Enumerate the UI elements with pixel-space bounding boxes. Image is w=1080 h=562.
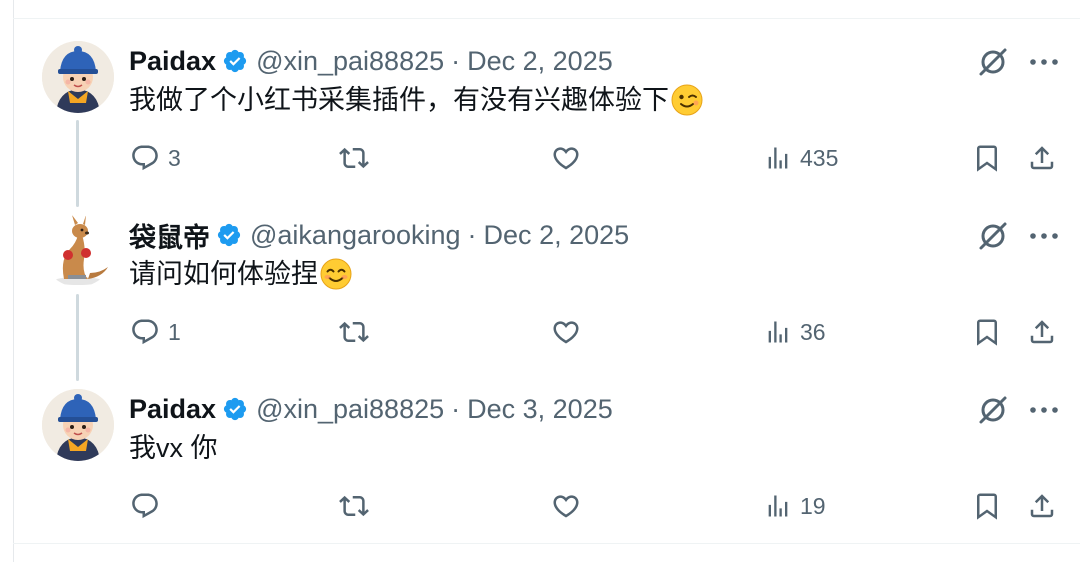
timeline-bottom-divider xyxy=(13,543,1080,544)
bookmark-button[interactable] xyxy=(972,141,1002,175)
tweet-date[interactable]: Dec 2, 2025 xyxy=(484,220,630,251)
reply-count: 1 xyxy=(168,318,181,345)
like-button[interactable] xyxy=(550,489,590,523)
more-icon[interactable] xyxy=(1028,395,1060,425)
share-button[interactable] xyxy=(1027,141,1057,175)
grok-icon[interactable] xyxy=(976,45,1010,79)
views-count: 19 xyxy=(800,492,826,519)
verified-badge-icon xyxy=(216,222,242,248)
separator-dot: · xyxy=(451,45,461,76)
views-button[interactable]: 435 xyxy=(764,141,838,175)
share-icon xyxy=(1030,320,1054,344)
repost-button[interactable] xyxy=(338,315,378,349)
tweet[interactable]: Paidax @xin_pai88825 · Dec 3, 2025 我vx 你… xyxy=(0,367,1080,541)
author-handle[interactable]: @aikangarooking xyxy=(250,220,461,251)
share-button[interactable] xyxy=(1027,315,1057,349)
share-icon xyxy=(1030,146,1054,170)
views-count: 36 xyxy=(800,318,826,345)
grok-icon[interactable] xyxy=(976,393,1010,427)
like-icon xyxy=(553,147,579,170)
reply-icon xyxy=(132,145,158,171)
verified-badge-icon xyxy=(222,48,248,74)
reply-icon xyxy=(132,319,158,345)
separator-dot: · xyxy=(451,393,461,424)
tweet-text: 请问如何体验捏 xyxy=(129,255,353,293)
tweet-text: 我做了个小红书采集插件，有没有兴趣体验下 xyxy=(129,81,704,119)
tweet-text: 我vx 你 xyxy=(129,429,218,467)
avatar[interactable] xyxy=(42,215,114,287)
reply-icon xyxy=(132,493,158,519)
tweet-header: Paidax @xin_pai88825 · Dec 2, 2025 xyxy=(129,44,613,78)
avatar[interactable] xyxy=(42,389,114,461)
reply-button[interactable]: 1 xyxy=(130,315,181,349)
more-icon[interactable] xyxy=(1028,221,1060,251)
like-icon xyxy=(553,495,579,518)
tweet[interactable]: 袋鼠帝 @aikangarooking · Dec 2, 2025 请问如何体验… xyxy=(0,193,1080,367)
repost-icon xyxy=(339,495,369,517)
repost-icon xyxy=(339,147,369,169)
author-name[interactable]: 袋鼠帝 xyxy=(129,216,210,255)
views-icon xyxy=(768,495,788,517)
tweet[interactable]: Paidax @xin_pai88825 · Dec 2, 2025 我做了个小… xyxy=(0,19,1080,193)
like-button[interactable] xyxy=(550,141,590,175)
grok-icon[interactable] xyxy=(976,219,1010,253)
author-name[interactable]: Paidax xyxy=(129,394,216,425)
views-button[interactable]: 19 xyxy=(764,489,826,523)
author-name[interactable]: Paidax xyxy=(129,46,216,77)
winking-face-emoji-icon xyxy=(670,83,704,117)
views-count: 435 xyxy=(800,144,839,171)
like-button[interactable] xyxy=(550,315,590,349)
bookmark-button[interactable] xyxy=(972,489,1002,523)
share-icon xyxy=(1030,494,1054,518)
share-button[interactable] xyxy=(1027,489,1057,523)
avatar[interactable] xyxy=(42,41,114,113)
verified-badge-icon xyxy=(222,396,248,422)
bookmark-icon xyxy=(977,493,997,520)
reply-button[interactable]: 3 xyxy=(130,141,181,175)
repost-button[interactable] xyxy=(338,141,378,175)
repost-button[interactable] xyxy=(338,489,378,523)
tweet-text-content: 我做了个小红书采集插件，有没有兴趣体验下 xyxy=(129,85,669,115)
bookmark-icon xyxy=(977,145,997,172)
tweet-date[interactable]: Dec 3, 2025 xyxy=(467,394,613,425)
tweet-date[interactable]: Dec 2, 2025 xyxy=(467,46,613,77)
author-handle[interactable]: @xin_pai88825 xyxy=(256,46,444,77)
views-icon xyxy=(768,321,788,343)
bookmark-button[interactable] xyxy=(972,315,1002,349)
views-icon xyxy=(768,147,788,169)
reply-count: 3 xyxy=(168,144,181,171)
tweet-header: Paidax @xin_pai88825 · Dec 3, 2025 xyxy=(129,392,613,426)
smiling-face-emoji-icon xyxy=(319,257,353,291)
tweet-text-content: 请问如何体验捏 xyxy=(129,259,318,289)
like-icon xyxy=(553,321,579,344)
more-icon[interactable] xyxy=(1028,47,1060,77)
tweet-text-content: 我vx 你 xyxy=(129,433,218,463)
reply-button[interactable] xyxy=(130,489,168,523)
author-handle[interactable]: @xin_pai88825 xyxy=(256,394,444,425)
repost-icon xyxy=(339,321,369,343)
tweet-header: 袋鼠帝 @aikangarooking · Dec 2, 2025 xyxy=(129,216,630,255)
separator-dot: · xyxy=(467,219,477,250)
views-button[interactable]: 36 xyxy=(764,315,826,349)
bookmark-icon xyxy=(977,319,997,346)
